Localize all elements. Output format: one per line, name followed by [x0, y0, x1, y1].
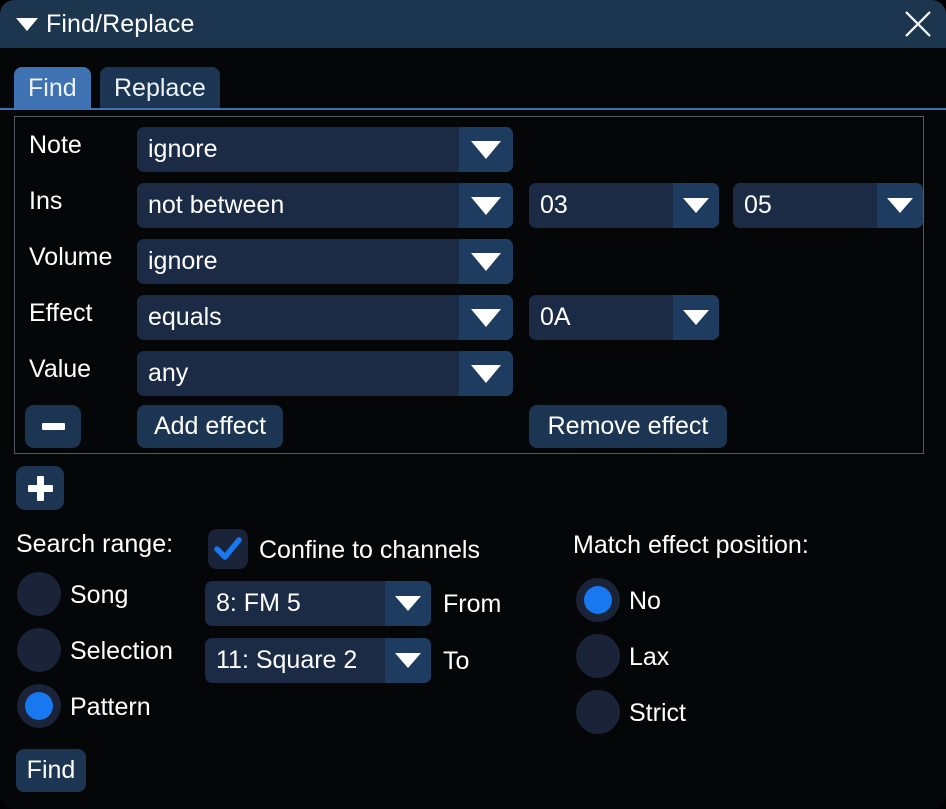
ins-operand-2-value: 05	[733, 193, 877, 218]
radio-dot	[584, 586, 612, 614]
chevron-down-icon	[459, 183, 513, 228]
channel-to-value: 11: Square 2	[205, 648, 385, 673]
chevron-down-icon	[385, 638, 431, 683]
note-condition-dropdown[interactable]: ignore	[137, 127, 513, 172]
confine-to-channels-label: Confine to channels	[259, 538, 480, 563]
ins-condition-dropdown[interactable]: not between	[137, 183, 513, 228]
row-label-effect: Effect	[29, 301, 92, 326]
chevron-down-icon	[459, 239, 513, 284]
volume-condition-value: ignore	[137, 249, 459, 274]
channel-from-suffix-label: From	[443, 592, 501, 617]
chevron-down-icon	[459, 127, 513, 172]
ins-operand-2-dropdown[interactable]: 05	[733, 183, 923, 228]
effect-condition-value: equals	[137, 305, 459, 330]
find-submit-button[interactable]: Find	[16, 749, 86, 792]
plus-icon	[28, 476, 53, 501]
chevron-down-icon	[877, 183, 923, 228]
radio-pattern[interactable]	[17, 684, 61, 728]
row-label-note: Note	[29, 133, 82, 158]
tab-find[interactable]: Find	[14, 67, 91, 110]
ins-operand-1-dropdown[interactable]: 03	[529, 183, 719, 228]
channel-from-dropdown[interactable]: 8: FM 5	[205, 581, 431, 626]
confine-to-channels-checkbox[interactable]	[208, 529, 248, 569]
tab-bar: Find Replace	[0, 48, 946, 110]
radio-match-strict[interactable]	[576, 690, 620, 734]
radio-match-no[interactable]	[576, 578, 620, 622]
radio-label-pattern: Pattern	[70, 695, 151, 720]
add-query-row-button[interactable]	[16, 466, 64, 510]
row-label-volume: Volume	[29, 245, 112, 270]
radio-song[interactable]	[17, 572, 61, 616]
radio-label-song: Song	[70, 583, 128, 608]
radio-label-match-lax: Lax	[629, 645, 669, 670]
channel-from-value: 8: FM 5	[205, 591, 385, 616]
ins-condition-value: not between	[137, 193, 459, 218]
add-effect-button[interactable]: Add effect	[137, 405, 283, 448]
find-replace-window: Find/Replace Find Replace Note ignore In…	[0, 0, 946, 809]
minus-icon	[42, 423, 65, 430]
chevron-down-icon	[673, 295, 719, 340]
value-condition-dropdown[interactable]: any	[137, 351, 513, 396]
row-label-value: Value	[29, 357, 91, 382]
check-icon	[208, 529, 248, 569]
radio-selection[interactable]	[17, 628, 61, 672]
chevron-down-icon	[385, 581, 431, 626]
effect-operand-1-dropdown[interactable]: 0A	[529, 295, 719, 340]
row-label-ins: Ins	[29, 189, 62, 214]
ins-operand-1-value: 03	[529, 193, 673, 218]
value-condition-value: any	[137, 361, 459, 386]
search-range-title: Search range:	[16, 532, 173, 557]
remove-effect-button[interactable]: Remove effect	[529, 405, 727, 448]
tab-underline	[0, 108, 946, 110]
radio-match-lax[interactable]	[576, 634, 620, 678]
radio-label-selection: Selection	[70, 639, 173, 664]
note-condition-value: ignore	[137, 137, 459, 162]
close-icon[interactable]	[902, 8, 934, 40]
radio-label-match-no: No	[629, 589, 661, 614]
channel-to-suffix-label: To	[443, 649, 469, 674]
volume-condition-dropdown[interactable]: ignore	[137, 239, 513, 284]
tab-replace[interactable]: Replace	[100, 67, 220, 110]
chevron-down-icon	[459, 295, 513, 340]
remove-query-row-button[interactable]	[25, 405, 81, 448]
chevron-down-icon	[673, 183, 719, 228]
effect-operand-1-value: 0A	[529, 305, 673, 330]
radio-dot	[25, 692, 53, 720]
window-title: Find/Replace	[46, 12, 195, 37]
match-effect-position-title: Match effect position:	[573, 533, 809, 558]
titlebar: Find/Replace	[0, 0, 946, 48]
effects-panel: Note ignore Ins not between 03 05 Volume…	[14, 116, 924, 454]
effect-condition-dropdown[interactable]: equals	[137, 295, 513, 340]
radio-label-match-strict: Strict	[629, 701, 686, 726]
chevron-down-icon	[459, 351, 513, 396]
channel-to-dropdown[interactable]: 11: Square 2	[205, 638, 431, 683]
triangle-down-icon[interactable]	[14, 11, 40, 37]
